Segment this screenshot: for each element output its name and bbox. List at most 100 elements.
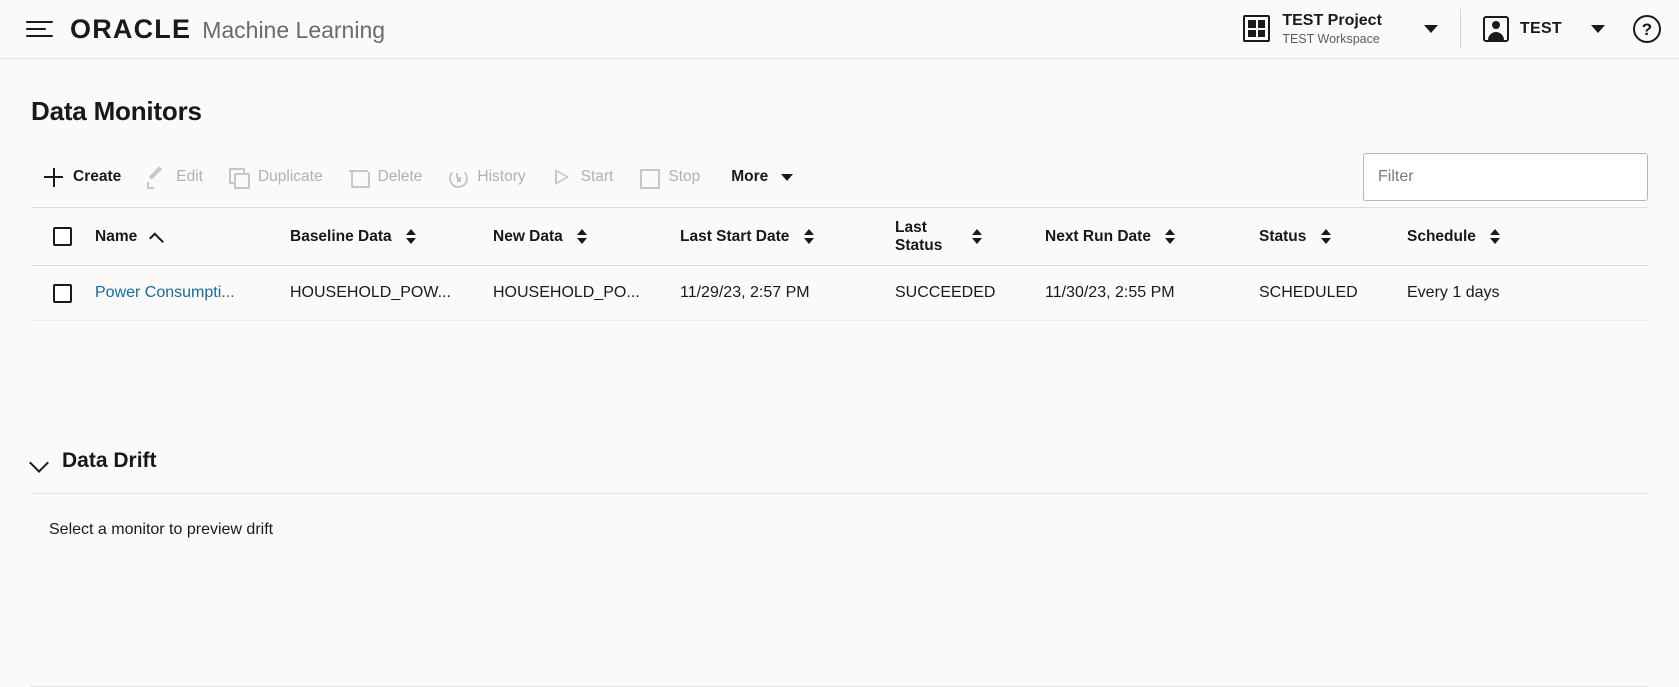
data-drift-title: Data Drift	[62, 449, 157, 472]
delete-button[interactable]: Delete	[336, 157, 436, 197]
cell-status: SCHEDULED	[1259, 265, 1407, 321]
stop-button[interactable]: Stop	[626, 157, 713, 197]
column-label-next-run-date: Next Run Date	[1045, 227, 1151, 245]
table-body: Power Consumpti... HOUSEHOLD_POW... HOUS…	[31, 265, 1648, 321]
sort-icon[interactable]	[405, 228, 418, 245]
sort-icon[interactable]	[1319, 228, 1332, 245]
column-header-last-status[interactable]: Last Status	[895, 207, 1045, 266]
stop-icon	[639, 168, 661, 189]
sort-icon[interactable]	[802, 228, 815, 245]
more-menu-button[interactable]: More	[731, 168, 794, 186]
cell-schedule: Every 1 days	[1407, 265, 1648, 321]
next-run-date-value: 11/30/23, 2:55 PM	[1045, 284, 1175, 301]
brand: ORACLE Machine Learning	[70, 14, 385, 45]
project-text: TEST Project TEST Workspace	[1282, 12, 1382, 46]
column-label-name: Name	[95, 227, 138, 245]
create-button[interactable]: Create	[31, 157, 134, 197]
cell-new-data: HOUSEHOLD_PO...	[493, 265, 680, 321]
create-button-label: Create	[73, 168, 122, 185]
more-menu-label: More	[731, 168, 769, 185]
cell-next-run-date: 11/30/23, 2:55 PM	[1045, 265, 1259, 321]
filter-input[interactable]	[1363, 153, 1648, 201]
row-select-cell	[31, 265, 95, 321]
header-divider	[1459, 9, 1461, 49]
column-header-last-start-date[interactable]: Last Start Date	[680, 207, 895, 266]
history-button[interactable]: History	[435, 157, 538, 197]
copy-icon	[228, 167, 250, 189]
column-header-name[interactable]: Name	[95, 207, 290, 266]
baseline-data-value: HOUSEHOLD_POW...	[290, 284, 451, 301]
monitor-name-link[interactable]: Power Consumpti...	[95, 284, 290, 302]
global-header: ORACLE Machine Learning TEST Project TES…	[0, 0, 1679, 59]
application-window: ORACLE Machine Learning TEST Project TES…	[0, 0, 1679, 687]
column-header-baseline-data[interactable]: Baseline Data	[290, 207, 493, 266]
new-data-value: HOUSEHOLD_PO...	[493, 284, 640, 301]
chevron-down-icon[interactable]	[1591, 25, 1605, 33]
chevron-down-icon[interactable]	[31, 454, 46, 469]
page-title: Data Monitors	[31, 96, 202, 126]
data-drift-section: Data Drift Select a monitor to preview d…	[31, 449, 1648, 539]
grid-icon	[1243, 15, 1271, 43]
plus-icon	[44, 167, 63, 187]
last-status-value: SUCCEEDED	[895, 284, 996, 301]
filter-container	[1363, 153, 1648, 201]
data-drift-header[interactable]: Data Drift	[31, 449, 1648, 494]
chevron-down-icon[interactable]	[1423, 24, 1438, 33]
column-label-last-start-date: Last Start Date	[680, 227, 790, 245]
column-label-new-data: New Data	[493, 227, 563, 245]
pencil-icon	[147, 168, 166, 189]
workspace-name-label: TEST Workspace	[1282, 31, 1380, 46]
start-button-label: Start	[580, 168, 614, 185]
help-icon[interactable]: ?	[1633, 15, 1661, 43]
edit-button[interactable]: Edit	[134, 157, 216, 197]
history-icon	[448, 168, 469, 188]
column-header-next-run-date[interactable]: Next Run Date	[1045, 207, 1259, 266]
main-content: Data Monitors Create Edit Duplicate Dele…	[0, 96, 1679, 539]
column-label-status: Status	[1259, 227, 1307, 245]
edit-button-label: Edit	[176, 168, 203, 185]
table-row[interactable]: Power Consumpti... HOUSEHOLD_POW... HOUS…	[31, 265, 1648, 321]
hamburger-icon[interactable]	[26, 14, 56, 44]
data-drift-empty-message: Select a monitor to preview drift	[49, 521, 274, 538]
cell-name: Power Consumpti...	[95, 265, 290, 321]
column-header-schedule[interactable]: Schedule	[1407, 207, 1648, 266]
action-toolbar: Create Edit Duplicate Delete History Sta	[31, 149, 1648, 205]
project-name-label: TEST Project	[1282, 12, 1382, 30]
sort-icon[interactable]	[576, 228, 589, 245]
column-header-status[interactable]: Status	[1259, 207, 1407, 266]
duplicate-button-label: Duplicate	[257, 168, 323, 185]
user-menu[interactable]: TEST	[1482, 16, 1605, 42]
person-icon	[1482, 16, 1509, 42]
play-icon	[552, 168, 571, 187]
duplicate-button[interactable]: Duplicate	[216, 157, 336, 197]
trash-icon	[348, 168, 370, 188]
row-checkbox[interactable]	[53, 283, 72, 303]
table-header-row: Name Baseline Data New Data Last Start D…	[31, 207, 1648, 266]
column-label-baseline-data: Baseline Data	[290, 227, 392, 245]
column-label-last-status: Last Status	[895, 219, 943, 254]
sort-icon[interactable]	[970, 228, 983, 245]
select-all-header	[31, 207, 95, 266]
project-selector[interactable]: TEST Project TEST Workspace	[1243, 12, 1438, 46]
app-name-label: Machine Learning	[202, 16, 386, 43]
cell-baseline-data: HOUSEHOLD_POW...	[290, 265, 493, 321]
sort-icon[interactable]	[1489, 228, 1502, 245]
oracle-logo-text: ORACLE	[70, 13, 192, 44]
cell-last-start-date: 11/29/23, 2:57 PM	[680, 265, 895, 321]
header-right-controls: TEST Project TEST Workspace TEST ?	[1243, 9, 1661, 49]
user-name-label: TEST	[1519, 20, 1562, 37]
history-button-label: History	[477, 168, 526, 185]
chevron-down-icon	[781, 173, 794, 181]
cell-last-status: SUCCEEDED	[895, 265, 1045, 321]
data-monitors-table: Name Baseline Data New Data Last Start D…	[31, 207, 1648, 321]
start-button[interactable]: Start	[539, 157, 627, 197]
sort-icon[interactable]	[1164, 228, 1177, 245]
column-label-schedule: Schedule	[1407, 227, 1476, 245]
delete-button-label: Delete	[377, 168, 423, 185]
last-start-date-value: 11/29/23, 2:57 PM	[680, 284, 810, 301]
table-header: Name Baseline Data New Data Last Start D…	[31, 207, 1648, 266]
column-header-new-data[interactable]: New Data	[493, 207, 680, 266]
status-value: SCHEDULED	[1259, 284, 1358, 301]
sort-asc-icon[interactable]	[149, 230, 165, 248]
select-all-checkbox[interactable]	[53, 227, 72, 246]
